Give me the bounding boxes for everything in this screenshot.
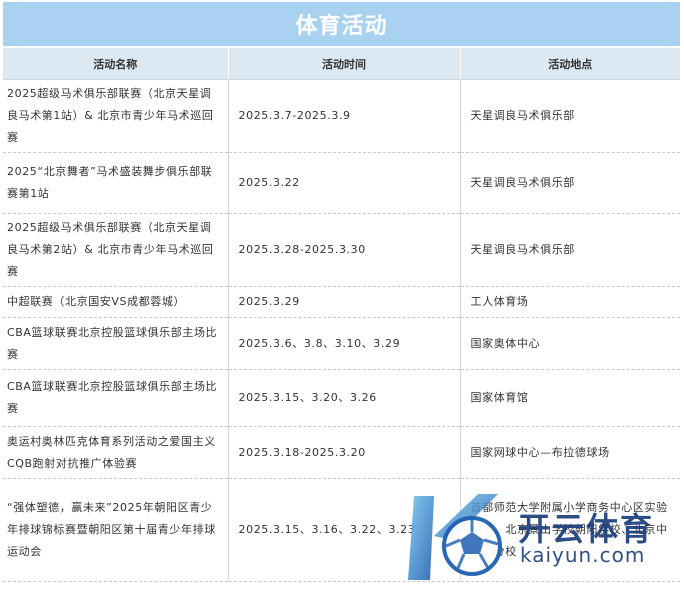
activity-table-container: 体育活动 活动名称 活动时间 活动地点 2025超级马术俱乐部联赛（北京天星调良… bbox=[3, 2, 680, 582]
table-row: 中超联赛（北京国安VS成都蓉城） 2025.3.29 工人体育场 bbox=[3, 286, 680, 318]
activity-time: 2025.3.7-2025.3.9 bbox=[228, 79, 461, 153]
activity-time: 2025.3.15、3.20、3.26 bbox=[228, 369, 461, 427]
activity-time: 2025.3.15、3.16、3.22、3.23 bbox=[228, 478, 461, 582]
table-row: 2025超级马术俱乐部联赛（北京天星调良马术第2站）& 北京市青少年马术巡回赛 … bbox=[3, 213, 680, 287]
column-header-time: 活动时间 bbox=[228, 48, 461, 80]
activity-place: 国家奥体中心 bbox=[460, 317, 680, 370]
activity-name: 2025“北京舞者”马术盛装舞步俱乐部联赛第1站 bbox=[3, 152, 229, 214]
activity-name: 2025超级马术俱乐部联赛（北京天星调良马术第2站）& 北京市青少年马术巡回赛 bbox=[3, 213, 229, 287]
activity-time: 2025.3.22 bbox=[228, 152, 461, 214]
table-row: “强体塑德，赢未来”2025年朝阳区青少年排球锦标赛暨朝阳区第十届青少年排球运动… bbox=[3, 478, 680, 582]
activity-name: 中超联赛（北京国安VS成都蓉城） bbox=[3, 286, 229, 318]
activity-name: 奥运村奥林匹克体育系列活动之爱国主义CQB跑射对抗推广体验赛 bbox=[3, 426, 229, 479]
activity-time: 2025.3.29 bbox=[228, 286, 461, 318]
table-row: 2025超级马术俱乐部联赛（北京天星调良马术第1站）& 北京市青少年马术巡回赛 … bbox=[3, 79, 680, 153]
activity-time: 2025.3.18-2025.3.20 bbox=[228, 426, 461, 479]
table-header-row: 活动名称 活动时间 活动地点 bbox=[3, 48, 680, 80]
activity-place: 天星调良马术俱乐部 bbox=[460, 79, 680, 153]
activity-table: 活动名称 活动时间 活动地点 2025超级马术俱乐部联赛（北京天星调良马术第1站… bbox=[3, 48, 680, 582]
activity-place: 首都师范大学附属小学商务中心区实验小学、北京景山学校朝阳学校、北京中学二分校 bbox=[460, 478, 680, 582]
activity-name: CBA篮球联赛北京控股篮球俱乐部主场比赛 bbox=[3, 369, 229, 427]
activity-time: 2025.3.28-2025.3.30 bbox=[228, 213, 461, 287]
table-row: CBA篮球联赛北京控股篮球俱乐部主场比赛 2025.3.15、3.20、3.26… bbox=[3, 369, 680, 427]
column-header-name: 活动名称 bbox=[3, 48, 229, 80]
activity-place: 工人体育场 bbox=[460, 286, 680, 318]
activity-name: “强体塑德，赢未来”2025年朝阳区青少年排球锦标赛暨朝阳区第十届青少年排球运动… bbox=[3, 478, 229, 582]
activity-place: 国家网球中心—布拉德球场 bbox=[460, 426, 680, 479]
activity-name: 2025超级马术俱乐部联赛（北京天星调良马术第1站）& 北京市青少年马术巡回赛 bbox=[3, 79, 229, 153]
activity-place: 国家体育馆 bbox=[460, 369, 680, 427]
column-header-place: 活动地点 bbox=[460, 48, 680, 80]
table-row: 奥运村奥林匹克体育系列活动之爱国主义CQB跑射对抗推广体验赛 2025.3.18… bbox=[3, 426, 680, 479]
activity-place: 天星调良马术俱乐部 bbox=[460, 152, 680, 214]
activity-place: 天星调良马术俱乐部 bbox=[460, 213, 680, 287]
table-row: 2025“北京舞者”马术盛装舞步俱乐部联赛第1站 2025.3.22 天星调良马… bbox=[3, 152, 680, 214]
table-row: CBA篮球联赛北京控股篮球俱乐部主场比赛 2025.3.6、3.8、3.10、3… bbox=[3, 317, 680, 370]
page-title: 体育活动 bbox=[3, 2, 680, 48]
activity-name: CBA篮球联赛北京控股篮球俱乐部主场比赛 bbox=[3, 317, 229, 370]
activity-time: 2025.3.6、3.8、3.10、3.29 bbox=[228, 317, 461, 370]
